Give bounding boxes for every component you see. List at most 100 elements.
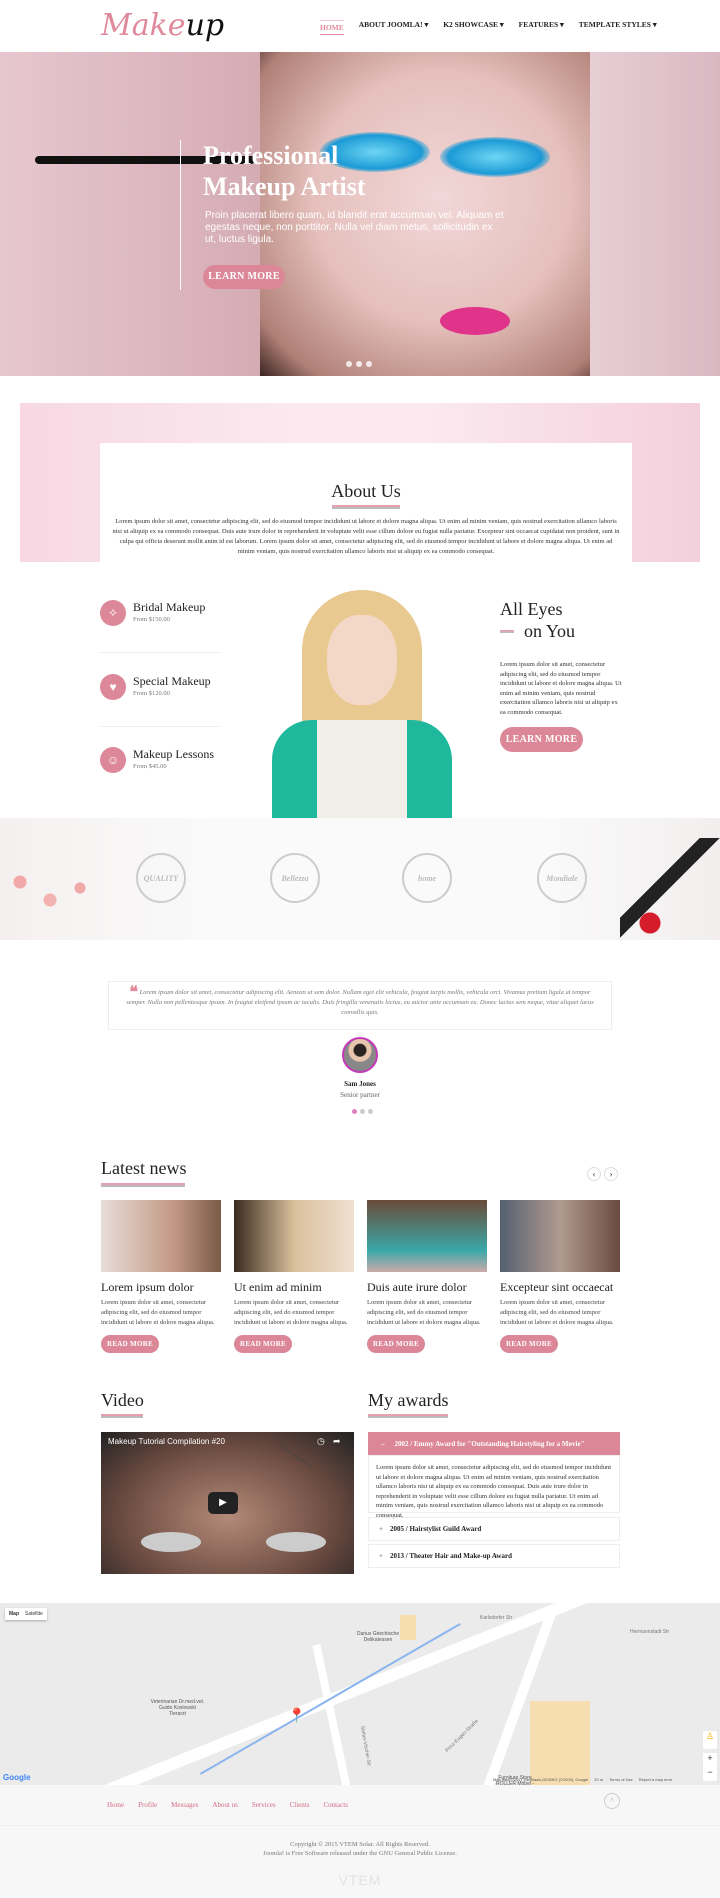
news-item-title[interactable]: Excepteur sint occaecat [500, 1280, 620, 1295]
award-accordion-header[interactable]: –2002 / Emmy Award for "Outstanding Hair… [368, 1432, 620, 1455]
nav-about-joomla[interactable]: ABOUT JOOMLA! ▾ [359, 20, 428, 35]
footer-link[interactable]: Contacts [323, 1801, 348, 1809]
news-image[interactable] [234, 1200, 354, 1272]
nav-features[interactable]: FEATURES ▾ [519, 20, 564, 35]
hero-title: Makeup Artist [203, 172, 366, 201]
award-panel: Lorem ipsum dolor sit amet, consectetur … [368, 1455, 620, 1519]
nav-label: FEATURES [518, 20, 559, 29]
next-button[interactable]: › [604, 1167, 618, 1181]
testimonial-dots [352, 1109, 373, 1114]
terms-link[interactable]: Terms of Use [609, 1777, 633, 1782]
prev-button[interactable]: ‹ [587, 1167, 601, 1181]
footer-link[interactable]: Home [107, 1801, 124, 1809]
river [200, 1623, 461, 1775]
map-label: Darius Griechische Delikatessen [356, 1631, 400, 1643]
video-player[interactable]: Makeup Tutorial Compilation #20 @thecute… [101, 1432, 354, 1574]
award-accordion-header[interactable]: +2013 / Theater Hair and Make-up Award [368, 1544, 620, 1568]
news-item-text: Lorem ipsum dolor sit amet, consectetur … [367, 1299, 481, 1326]
title-dash [500, 629, 514, 633]
eye-shadow [440, 137, 550, 177]
footer-link[interactable]: Messages [171, 1801, 198, 1809]
report-link[interactable]: Report a map error [639, 1777, 673, 1782]
about-text: Lorem ipsum dolor sit amet, consectetur … [112, 518, 620, 555]
map-type-satellite[interactable]: Satellite [25, 1611, 43, 1617]
model-image [272, 590, 452, 818]
slide-dot[interactable] [366, 361, 372, 367]
share-icon[interactable]: ➦ [333, 1436, 341, 1447]
news-item-title[interactable]: Lorem ipsum dolor [101, 1280, 221, 1295]
footer-link[interactable]: Clients [290, 1801, 310, 1809]
read-more-button[interactable]: READ MORE [101, 1335, 159, 1353]
play-button[interactable]: ▶ [208, 1492, 238, 1514]
zoom-out-button[interactable]: − [703, 1767, 717, 1781]
award-text: Lorem ipsum dolor sit amet, consectetur … [376, 1464, 612, 1519]
clock-icon[interactable]: ◷ [317, 1436, 325, 1447]
hero-learn-more-button[interactable]: LEARN MORE [203, 265, 285, 289]
nav-label: ABOUT JOOMLA! [358, 20, 423, 29]
testimonial-role: Senior partner [340, 1091, 380, 1099]
nav-k2-showcase[interactable]: K2 SHOWCASE ▾ [443, 20, 503, 35]
news-item-title[interactable]: Duis aute irure dolor [367, 1280, 487, 1295]
news-image[interactable] [500, 1200, 620, 1272]
pegman-icon[interactable]: ♙ [703, 1731, 717, 1749]
map-attribution: Map data ©2017 GeoBasis-DE/BKG (©2009), … [493, 1777, 673, 1782]
partner-badge: QUALITY [136, 853, 186, 903]
award-accordion-header[interactable]: +2005 / Hairstylist Guild Award [368, 1517, 620, 1541]
map-label: Stefan-Vischer-Str [358, 1725, 372, 1767]
nav-label: K2 SHOWCASE [443, 20, 499, 29]
brushes-image [620, 838, 720, 938]
eyes-text: Lorem ipsum dolor sit amet, consectetur … [500, 661, 622, 716]
logo[interactable]: Makeup [101, 8, 224, 43]
footer-link[interactable]: Profile [138, 1801, 157, 1809]
service-price: From $150.00 [133, 616, 170, 623]
service-item[interactable]: ♥ Special Makeup From $120.00 [100, 674, 225, 704]
map-label: Veterinarian Dr.med.vet. Guido Koslowski… [150, 1699, 205, 1717]
plus-icon: + [379, 1525, 383, 1533]
service-price: From $120.00 [133, 690, 170, 697]
map[interactable]: Map Satellite 📍 Darius Griechische Delika… [0, 1603, 720, 1785]
nav-template-styles[interactable]: TEMPLATE STYLES ▾ [579, 20, 657, 35]
footer-link[interactable]: About us [212, 1801, 237, 1809]
plus-icon: + [379, 1552, 383, 1560]
road [312, 1644, 356, 1785]
nav-home[interactable]: HOME [320, 20, 344, 35]
eyes-learn-more-button[interactable]: LEARN MORE [500, 727, 583, 752]
testimonial-name: Sam Jones [344, 1080, 376, 1088]
back-to-top-button[interactable]: ^ [604, 1793, 620, 1809]
zoom-in-button[interactable]: + [703, 1753, 717, 1767]
eyes-title: on You [524, 621, 576, 641]
map-type-map[interactable]: Map [9, 1611, 19, 1617]
nav-label: TEMPLATE STYLES [578, 20, 651, 29]
divider [100, 726, 220, 727]
news-item: Excepteur sint occaecat Lorem ipsum dolor… [500, 1200, 620, 1353]
partner-badge: Mondiale [537, 853, 587, 903]
read-more-button[interactable]: READ MORE [234, 1335, 292, 1353]
divider [180, 140, 181, 290]
title-underline [101, 1183, 185, 1187]
heart-icon: ♥ [100, 674, 126, 700]
news-item-title[interactable]: Ut enim ad minim [234, 1280, 354, 1295]
page-dot[interactable] [368, 1109, 373, 1114]
divider [0, 1825, 720, 1826]
footer-link[interactable]: Services [252, 1801, 276, 1809]
map-type-control: Map Satellite [5, 1608, 47, 1620]
page-dot[interactable] [360, 1109, 365, 1114]
service-item[interactable]: ☺ Makeup Lessons From $45.00 [100, 747, 225, 777]
glitter-lid [266, 1532, 326, 1552]
map-pin-icon[interactable]: 📍 [288, 1707, 305, 1724]
partner-badge: home [402, 853, 452, 903]
slide-dot[interactable] [356, 361, 362, 367]
lips [440, 307, 510, 335]
service-item[interactable]: ✧ Bridal Makeup From $150.00 [100, 600, 225, 630]
page-dot[interactable] [352, 1109, 357, 1114]
read-more-button[interactable]: READ MORE [500, 1335, 558, 1353]
news-image[interactable] [367, 1200, 487, 1272]
slide-dot[interactable] [346, 361, 352, 367]
news-image[interactable] [101, 1200, 221, 1272]
read-more-button[interactable]: READ MORE [367, 1335, 425, 1353]
footer: Home Profile Messages About us Services … [0, 1785, 720, 1898]
google-logo: Google [3, 1773, 31, 1782]
service-name: Bridal Makeup [133, 600, 206, 614]
awards-title: My awards [368, 1390, 449, 1410]
hero-slider: Professional Makeup Artist Proin placera… [0, 52, 720, 376]
